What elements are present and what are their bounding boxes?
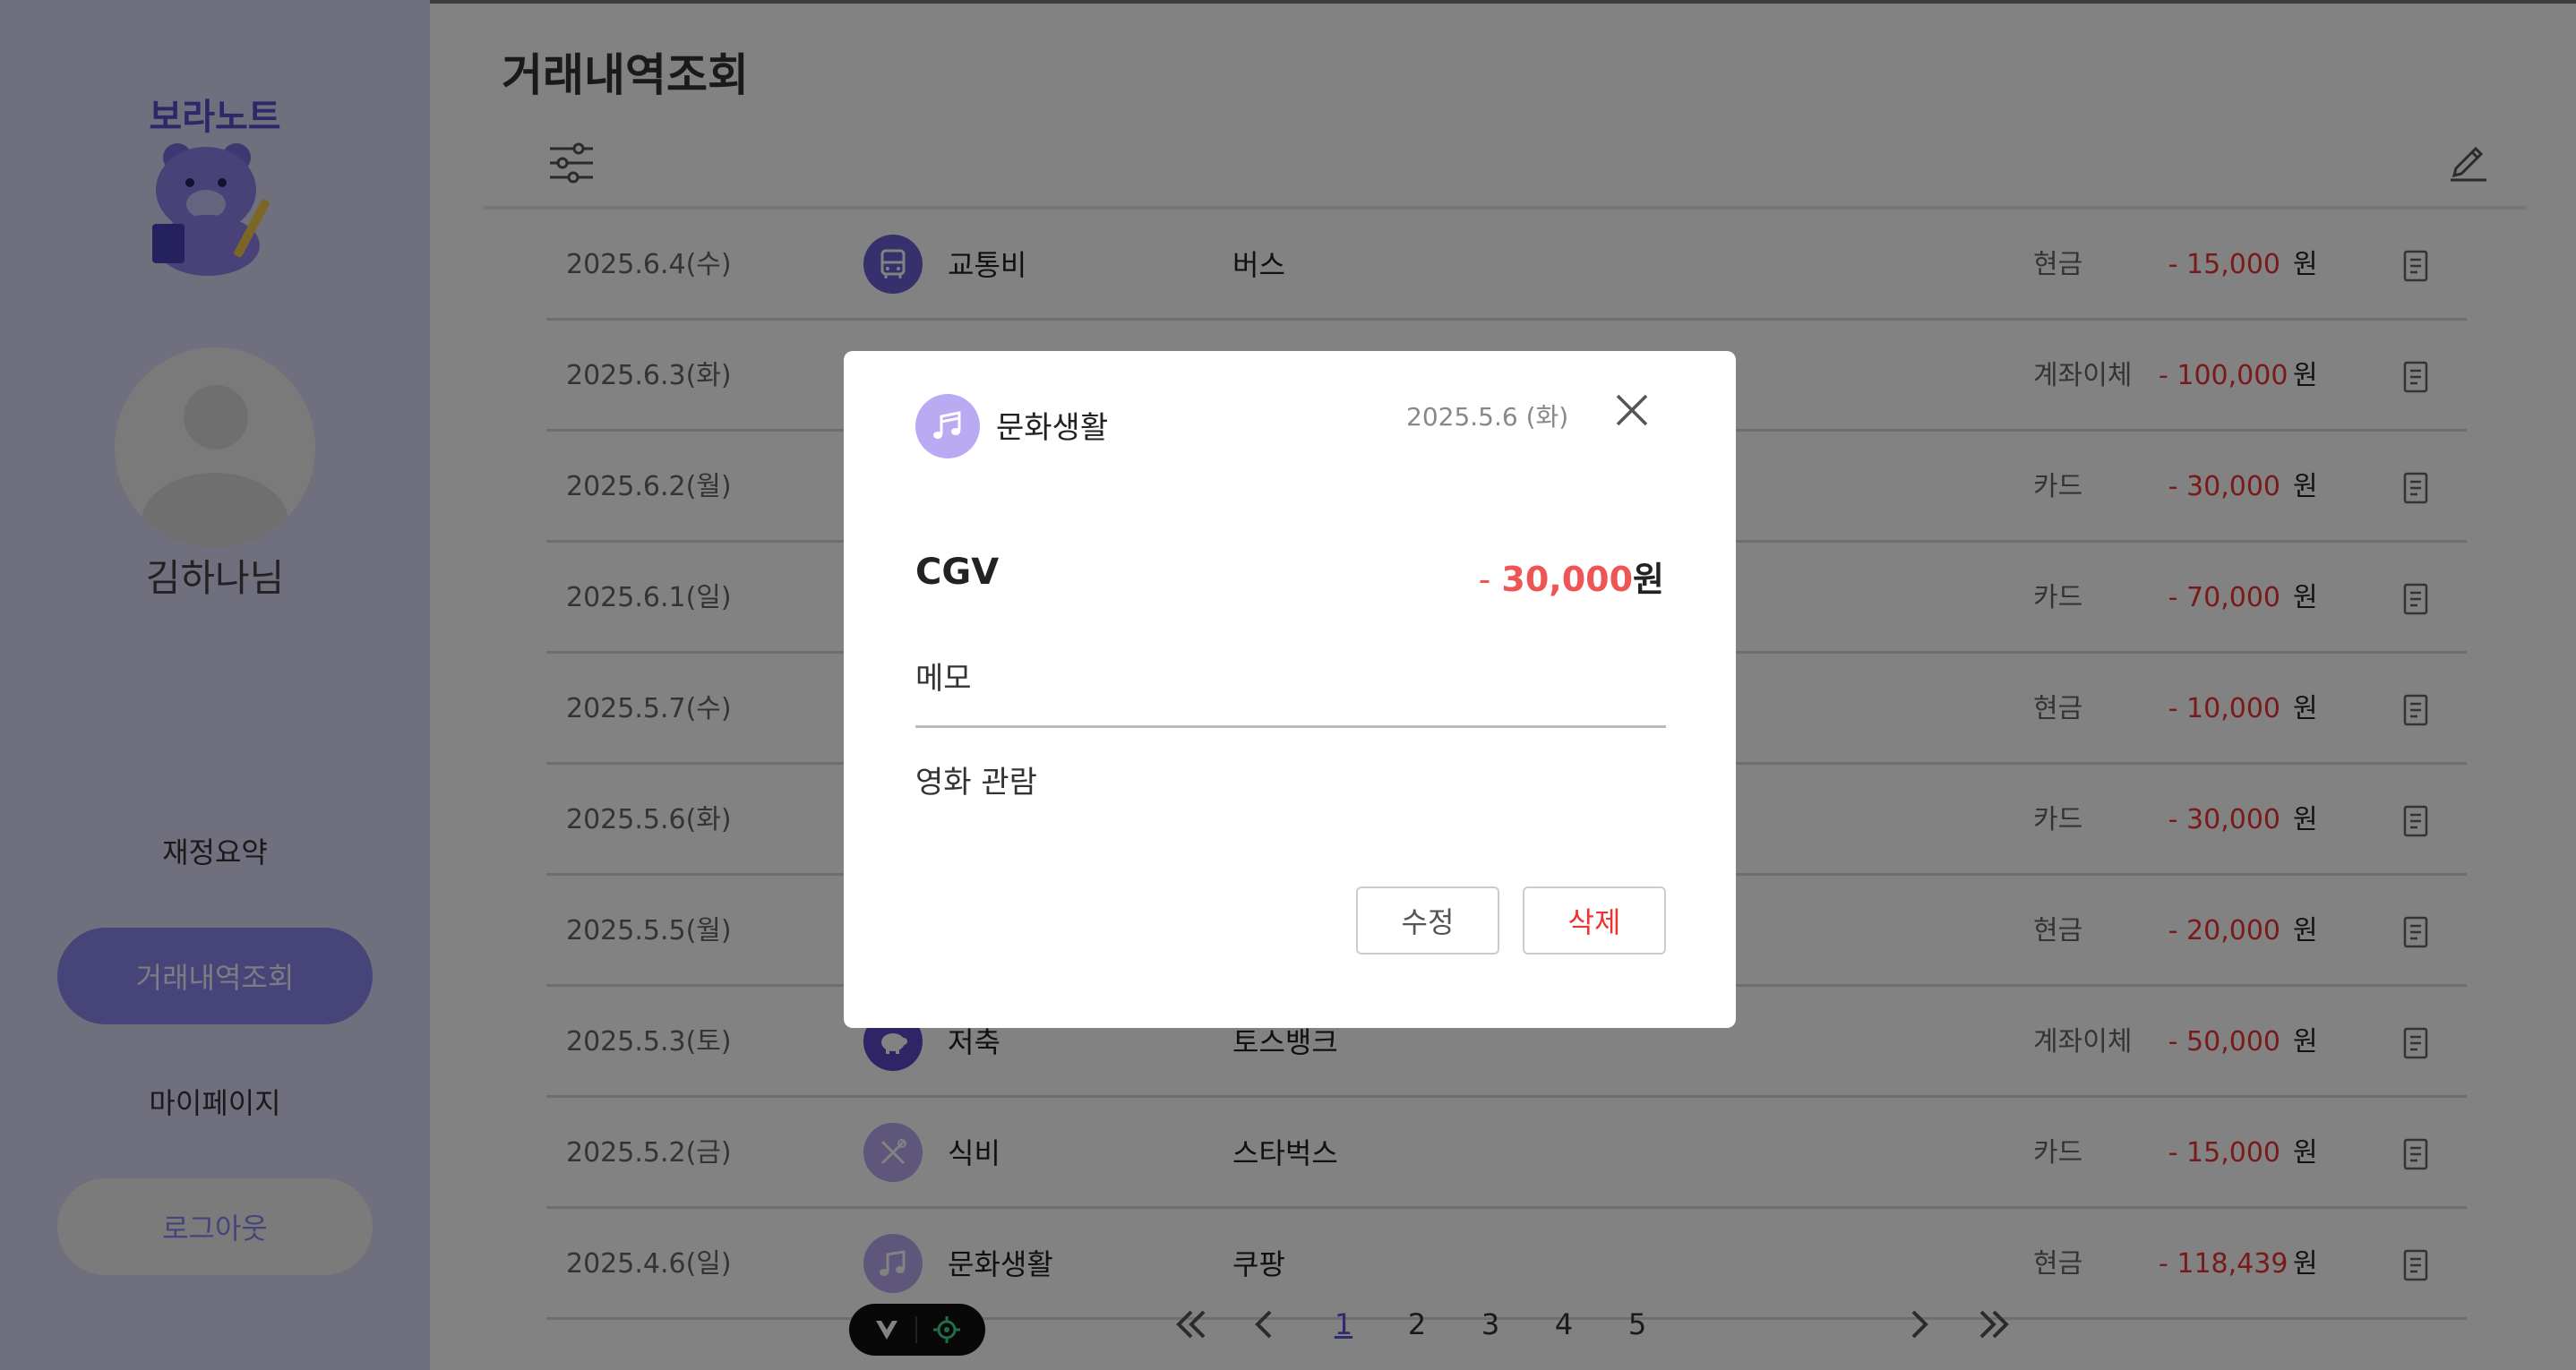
amount-value: 30,000	[1501, 560, 1634, 599]
edit-button[interactable]: 수정	[1356, 886, 1499, 955]
memo-label: 메모	[915, 661, 972, 697]
modal-date: 2025.5.6 (화)	[1406, 402, 1569, 432]
delete-button[interactable]: 삭제	[1523, 886, 1666, 955]
amount-unit: 원	[1633, 560, 1664, 599]
divider	[915, 725, 1666, 728]
modal-category: 문화생활	[996, 410, 1109, 446]
music-note-icon	[915, 394, 980, 458]
modal-amount: -30,000원	[1479, 552, 1664, 601]
memo-text: 영화 관람	[915, 765, 1037, 801]
amount-sign: -	[1478, 560, 1491, 599]
modal-merchant: CGV	[915, 552, 1000, 593]
close-icon[interactable]	[1612, 390, 1652, 430]
transaction-detail-modal: 문화생활 2025.5.6 (화) CGV -30,000원 메모 영화 관람 …	[844, 351, 1736, 1028]
